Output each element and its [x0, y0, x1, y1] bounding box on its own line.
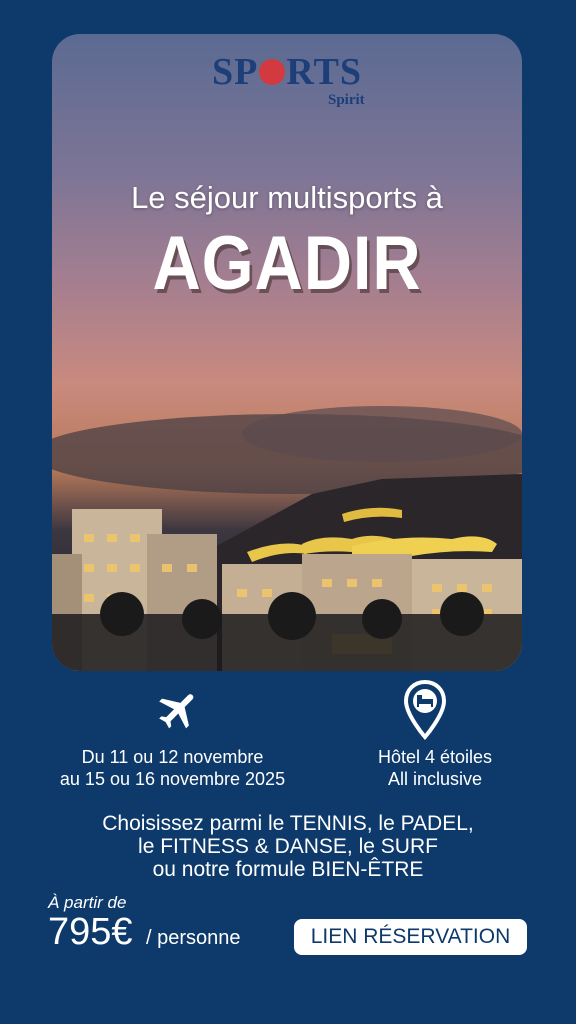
price-value: 795€ [48, 911, 133, 953]
sports-line-1: Choisissez parmi le TENNIS, le PADEL, [102, 812, 474, 835]
price-label: À partir de [48, 893, 127, 912]
dates-info: Du 11 ou 12 novembre au 15 ou 16 novembr… [40, 746, 305, 790]
agadir-night-photo [52, 406, 522, 671]
hotel-line-1: Hôtel 4 étoiles [377, 747, 493, 767]
logo-text-left: SP [212, 51, 259, 93]
airplane-icon [159, 694, 194, 729]
hotel-location-pin-icon [403, 680, 447, 740]
hotel-line-2: All inclusive [387, 769, 483, 789]
hero-subtitle: Le séjour multisports à [131, 180, 443, 215]
dates-line-2: au 15 ou 16 novembre 2025 [59, 769, 286, 789]
dates-line-1: Du 11 ou 12 novembre [81, 747, 264, 767]
globe-icon [259, 59, 286, 86]
logo-wordmark: SP RTS [52, 52, 522, 92]
hero-photo: SP RTS Spirit Le séjour multisports à AGA… [52, 34, 522, 671]
sports-spirit-logo: SP RTS Spirit [52, 52, 522, 108]
sports-options: Choisissez parmi le TENNIS, le PADEL, le… [0, 812, 576, 881]
logo-subtext: Spirit [328, 92, 365, 108]
logo-text-right: RTS [286, 51, 362, 93]
sports-line-3: ou notre formule BIEN-ÊTRE [152, 858, 424, 881]
hero-title: AGADIR [152, 221, 422, 306]
reservation-link-button[interactable]: LIEN RÉSERVATION [294, 919, 527, 955]
price-unit: / personne [146, 927, 241, 949]
sports-line-2: le FITNESS & DANSE, le SURF [138, 835, 438, 858]
hotel-info: Hôtel 4 étoiles All inclusive [345, 746, 525, 790]
